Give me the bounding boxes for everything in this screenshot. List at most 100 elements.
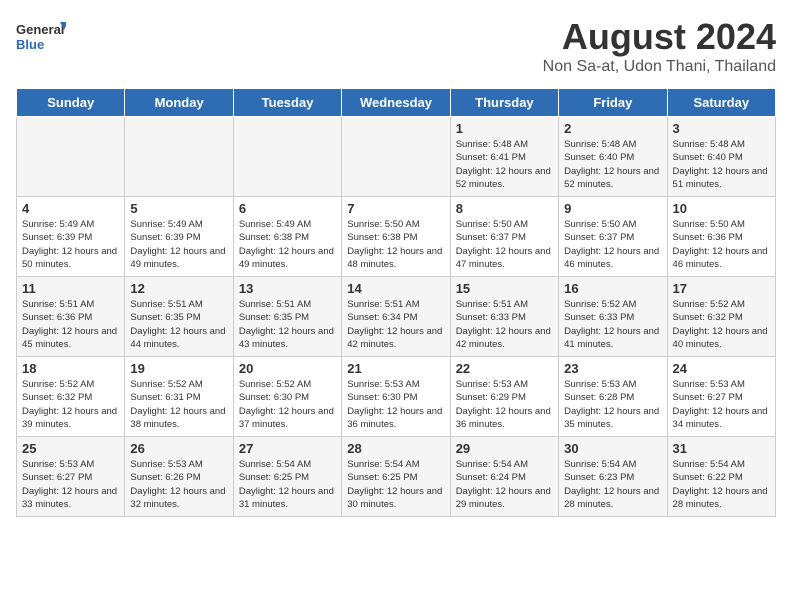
calendar-cell: 28 Sunrise: 5:54 AM Sunset: 6:25 PM Dayli… bbox=[342, 437, 450, 517]
cell-info: Sunrise: 5:52 AM Sunset: 6:32 PM Dayligh… bbox=[22, 378, 119, 431]
date-number: 12 bbox=[130, 281, 227, 296]
calendar-cell: 12 Sunrise: 5:51 AM Sunset: 6:35 PM Dayli… bbox=[125, 277, 233, 357]
logo: General Blue bbox=[16, 16, 66, 56]
cell-info: Sunrise: 5:48 AM Sunset: 6:40 PM Dayligh… bbox=[673, 138, 770, 191]
cell-info: Sunrise: 5:54 AM Sunset: 6:22 PM Dayligh… bbox=[673, 458, 770, 511]
calendar-cell: 7Sunrise: 5:50 AM Sunset: 6:38 PM Daylig… bbox=[342, 197, 450, 277]
cell-info: Sunrise: 5:51 AM Sunset: 6:35 PM Dayligh… bbox=[130, 298, 227, 351]
date-number: 25 bbox=[22, 441, 119, 456]
calendar-cell bbox=[233, 117, 341, 197]
cell-info: Sunrise: 5:49 AM Sunset: 6:39 PM Dayligh… bbox=[22, 218, 119, 271]
day-header-tuesday: Tuesday bbox=[233, 89, 341, 117]
cell-info: Sunrise: 5:52 AM Sunset: 6:33 PM Dayligh… bbox=[564, 298, 661, 351]
cell-info: Sunrise: 5:54 AM Sunset: 6:25 PM Dayligh… bbox=[347, 458, 444, 511]
calendar-cell: 29 Sunrise: 5:54 AM Sunset: 6:24 PM Dayli… bbox=[450, 437, 558, 517]
calendar-cell: 13Sunrise: 5:51 AM Sunset: 6:35 PM Dayli… bbox=[233, 277, 341, 357]
day-header-saturday: Saturday bbox=[667, 89, 775, 117]
calendar-cell: 25 Sunrise: 5:53 AM Sunset: 6:27 PM Dayli… bbox=[17, 437, 125, 517]
date-number: 17 bbox=[673, 281, 770, 296]
date-number: 2 bbox=[564, 121, 661, 136]
cell-info: Sunrise: 5:51 AM Sunset: 6:36 PM Dayligh… bbox=[22, 298, 119, 351]
calendar-cell: 3 Sunrise: 5:48 AM Sunset: 6:40 PM Daylig… bbox=[667, 117, 775, 197]
cell-info: Sunrise: 5:50 AM Sunset: 6:36 PM Dayligh… bbox=[673, 218, 770, 271]
date-number: 20 bbox=[239, 361, 336, 376]
calendar-cell: 27 Sunrise: 5:54 AM Sunset: 6:25 PM Dayli… bbox=[233, 437, 341, 517]
cell-info: Sunrise: 5:51 AM Sunset: 6:33 PM Dayligh… bbox=[456, 298, 553, 351]
date-number: 14 bbox=[347, 281, 444, 296]
date-number: 3 bbox=[673, 121, 770, 136]
main-title: August 2024 bbox=[543, 16, 776, 58]
svg-text:General: General bbox=[16, 22, 64, 37]
cell-info: Sunrise: 5:50 AM Sunset: 6:38 PM Dayligh… bbox=[347, 218, 444, 271]
date-number: 21 bbox=[347, 361, 444, 376]
sub-title: Non Sa-at, Udon Thani, Thailand bbox=[543, 58, 776, 76]
calendar-cell: 10 Sunrise: 5:50 AM Sunset: 6:36 PM Dayli… bbox=[667, 197, 775, 277]
date-number: 18 bbox=[22, 361, 119, 376]
date-number: 19 bbox=[130, 361, 227, 376]
calendar-cell: 6 Sunrise: 5:49 AM Sunset: 6:38 PM Daylig… bbox=[233, 197, 341, 277]
cell-info: Sunrise: 5:53 AM Sunset: 6:28 PM Dayligh… bbox=[564, 378, 661, 431]
calendar-table: SundayMondayTuesdayWednesdayThursdayFrid… bbox=[16, 88, 776, 517]
cell-info: Sunrise: 5:48 AM Sunset: 6:40 PM Dayligh… bbox=[564, 138, 661, 191]
calendar-cell bbox=[125, 117, 233, 197]
date-number: 29 bbox=[456, 441, 553, 456]
calendar-cell: 23Sunrise: 5:53 AM Sunset: 6:28 PM Dayli… bbox=[559, 357, 667, 437]
date-number: 6 bbox=[239, 201, 336, 216]
cell-info: Sunrise: 5:53 AM Sunset: 6:27 PM Dayligh… bbox=[22, 458, 119, 511]
calendar-cell: 2 Sunrise: 5:48 AM Sunset: 6:40 PM Daylig… bbox=[559, 117, 667, 197]
date-number: 11 bbox=[22, 281, 119, 296]
cell-info: Sunrise: 5:53 AM Sunset: 6:26 PM Dayligh… bbox=[130, 458, 227, 511]
cell-info: Sunrise: 5:48 AM Sunset: 6:41 PM Dayligh… bbox=[456, 138, 553, 191]
date-number: 8 bbox=[456, 201, 553, 216]
calendar-cell: 20 Sunrise: 5:52 AM Sunset: 6:30 PM Dayli… bbox=[233, 357, 341, 437]
cell-info: Sunrise: 5:51 AM Sunset: 6:34 PM Dayligh… bbox=[347, 298, 444, 351]
date-number: 10 bbox=[673, 201, 770, 216]
calendar-cell: 22 Sunrise: 5:53 AM Sunset: 6:29 PM Dayli… bbox=[450, 357, 558, 437]
date-number: 16 bbox=[564, 281, 661, 296]
cell-info: Sunrise: 5:54 AM Sunset: 6:25 PM Dayligh… bbox=[239, 458, 336, 511]
calendar-cell: 1 Sunrise: 5:48 AM Sunset: 6:41 PM Daylig… bbox=[450, 117, 558, 197]
svg-text:Blue: Blue bbox=[16, 37, 44, 52]
cell-info: Sunrise: 5:54 AM Sunset: 6:24 PM Dayligh… bbox=[456, 458, 553, 511]
cell-info: Sunrise: 5:53 AM Sunset: 6:30 PM Dayligh… bbox=[347, 378, 444, 431]
cell-info: Sunrise: 5:52 AM Sunset: 6:30 PM Dayligh… bbox=[239, 378, 336, 431]
date-number: 31 bbox=[673, 441, 770, 456]
cell-info: Sunrise: 5:49 AM Sunset: 6:38 PM Dayligh… bbox=[239, 218, 336, 271]
day-header-monday: Monday bbox=[125, 89, 233, 117]
calendar-cell: 16 Sunrise: 5:52 AM Sunset: 6:33 PM Dayli… bbox=[559, 277, 667, 357]
cell-info: Sunrise: 5:51 AM Sunset: 6:35 PM Dayligh… bbox=[239, 298, 336, 351]
calendar-cell: 9Sunrise: 5:50 AM Sunset: 6:37 PM Daylig… bbox=[559, 197, 667, 277]
cell-info: Sunrise: 5:50 AM Sunset: 6:37 PM Dayligh… bbox=[456, 218, 553, 271]
date-number: 27 bbox=[239, 441, 336, 456]
calendar-cell bbox=[342, 117, 450, 197]
date-number: 30 bbox=[564, 441, 661, 456]
title-area: August 2024 Non Sa-at, Udon Thani, Thail… bbox=[543, 16, 776, 76]
cell-info: Sunrise: 5:52 AM Sunset: 6:32 PM Dayligh… bbox=[673, 298, 770, 351]
cell-info: Sunrise: 5:54 AM Sunset: 6:23 PM Dayligh… bbox=[564, 458, 661, 511]
calendar-cell: 31 Sunrise: 5:54 AM Sunset: 6:22 PM Dayli… bbox=[667, 437, 775, 517]
day-header-friday: Friday bbox=[559, 89, 667, 117]
date-number: 9 bbox=[564, 201, 661, 216]
calendar-cell: 11 Sunrise: 5:51 AM Sunset: 6:36 PM Dayli… bbox=[17, 277, 125, 357]
calendar-cell: 30 Sunrise: 5:54 AM Sunset: 6:23 PM Dayli… bbox=[559, 437, 667, 517]
date-number: 4 bbox=[22, 201, 119, 216]
day-header-wednesday: Wednesday bbox=[342, 89, 450, 117]
cell-info: Sunrise: 5:49 AM Sunset: 6:39 PM Dayligh… bbox=[130, 218, 227, 271]
calendar-cell: 19 Sunrise: 5:52 AM Sunset: 6:31 PM Dayli… bbox=[125, 357, 233, 437]
date-number: 15 bbox=[456, 281, 553, 296]
date-number: 22 bbox=[456, 361, 553, 376]
cell-info: Sunrise: 5:53 AM Sunset: 6:27 PM Dayligh… bbox=[673, 378, 770, 431]
calendar-cell: 26Sunrise: 5:53 AM Sunset: 6:26 PM Dayli… bbox=[125, 437, 233, 517]
date-number: 5 bbox=[130, 201, 227, 216]
calendar-cell: 4 Sunrise: 5:49 AM Sunset: 6:39 PM Daylig… bbox=[17, 197, 125, 277]
date-number: 28 bbox=[347, 441, 444, 456]
calendar-cell: 15 Sunrise: 5:51 AM Sunset: 6:33 PM Dayli… bbox=[450, 277, 558, 357]
calendar-cell: 17 Sunrise: 5:52 AM Sunset: 6:32 PM Dayli… bbox=[667, 277, 775, 357]
day-header-thursday: Thursday bbox=[450, 89, 558, 117]
calendar-cell: 14 Sunrise: 5:51 AM Sunset: 6:34 PM Dayli… bbox=[342, 277, 450, 357]
date-number: 1 bbox=[456, 121, 553, 136]
cell-info: Sunrise: 5:53 AM Sunset: 6:29 PM Dayligh… bbox=[456, 378, 553, 431]
logo-icon: General Blue bbox=[16, 16, 66, 56]
calendar-cell: 8 Sunrise: 5:50 AM Sunset: 6:37 PM Daylig… bbox=[450, 197, 558, 277]
cell-info: Sunrise: 5:52 AM Sunset: 6:31 PM Dayligh… bbox=[130, 378, 227, 431]
